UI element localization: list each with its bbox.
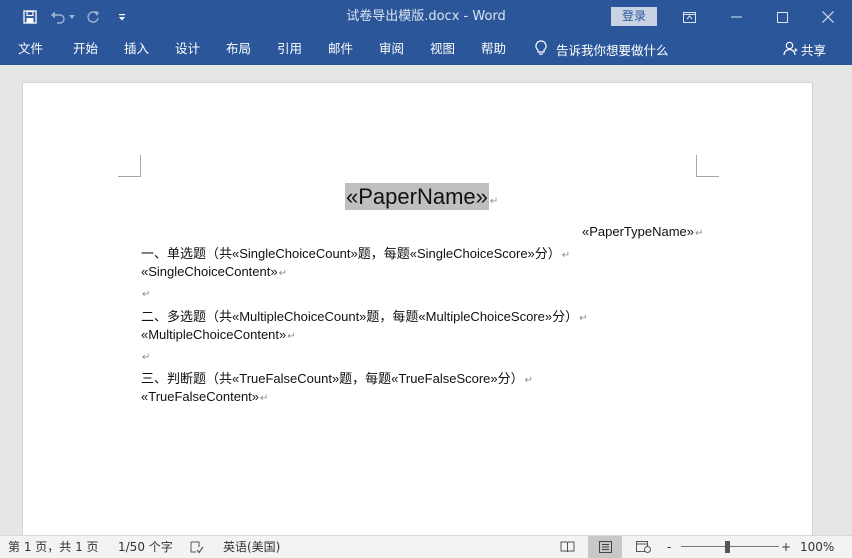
line-text: 三、判断题（共«TrueFalseCount»题，每题«TrueFalseSco… (141, 371, 524, 386)
tab-insert[interactable]: 插入 (124, 34, 149, 65)
title-bar: 试卷导出模版.docx - Word 登录 (0, 0, 852, 34)
close-icon[interactable] (805, 0, 851, 34)
zoom-slider-thumb[interactable] (725, 541, 730, 553)
paragraph-mark: ↵ (142, 352, 151, 363)
paper-type-field[interactable]: «PaperTypeName»↵ (582, 224, 703, 239)
multiple-choice-content[interactable]: «MultipleChoiceContent»↵ (141, 327, 296, 342)
share-button[interactable]: 共享 (783, 34, 826, 65)
crop-mark-right (696, 155, 719, 177)
document-area[interactable]: «PaperName» ↵ «PaperTypeName»↵ 一、单选题（共«Si… (0, 65, 852, 542)
paragraph-mark: ↵ (260, 393, 269, 404)
read-mode-icon[interactable] (550, 536, 584, 558)
paragraph-mark: ↵ (579, 313, 588, 324)
paper-name-text: «PaperName» (345, 183, 489, 210)
maximize-icon[interactable] (759, 0, 805, 34)
empty-paragraph[interactable]: ↵ (141, 348, 150, 363)
empty-paragraph[interactable]: ↵ (141, 285, 150, 300)
tab-layout[interactable]: 布局 (226, 34, 251, 65)
paper-type-text: «PaperTypeName» (582, 224, 695, 239)
tab-file[interactable]: 文件 (18, 34, 43, 65)
line-text: 二、多选题（共«MultipleChoiceCount»题，每题«Multipl… (141, 309, 579, 324)
line-text: «TrueFalseContent» (141, 389, 260, 404)
ribbon-tabs: 文件 开始 插入 设计 布局 引用 邮件 审阅 视图 帮助 告诉我你想要做什么 … (0, 34, 852, 65)
vertical-scrollbar[interactable] (814, 65, 852, 535)
paragraph-mark: ↵ (489, 196, 499, 207)
web-layout-icon[interactable] (626, 536, 660, 558)
share-label: 共享 (801, 43, 827, 58)
status-bar: 第 1 页，共 1 页 1/50 个字 英语(美国) - + 100% (0, 535, 852, 558)
tell-me-search[interactable]: 告诉我你想要做什么 (535, 34, 669, 65)
line-text: «MultipleChoiceContent» (141, 327, 287, 342)
true-false-content[interactable]: «TrueFalseContent»↵ (141, 389, 268, 404)
language-indicator[interactable]: 英语(美国) (223, 536, 280, 558)
tab-view[interactable]: 视图 (430, 34, 455, 65)
section-heading-single-choice[interactable]: 一、单选题（共«SingleChoiceCount»题，每题«SingleCho… (141, 243, 570, 262)
lightbulb-icon (535, 40, 547, 59)
tab-home[interactable]: 开始 (73, 34, 98, 65)
minimize-icon[interactable] (713, 0, 759, 34)
line-text: «SingleChoiceContent» (141, 264, 278, 279)
single-choice-content[interactable]: «SingleChoiceContent»↵ (141, 264, 287, 279)
tab-mailings[interactable]: 邮件 (328, 34, 353, 65)
tell-me-label: 告诉我你想要做什么 (556, 43, 669, 58)
paragraph-mark: ↵ (287, 331, 296, 342)
document-page[interactable]: «PaperName» ↵ «PaperTypeName»↵ 一、单选题（共«Si… (22, 82, 813, 542)
page-count[interactable]: 第 1 页，共 1 页 (8, 536, 99, 558)
paragraph-mark: ↵ (278, 268, 287, 279)
word-count[interactable]: 1/50 个字 (118, 536, 173, 558)
tab-design[interactable]: 设计 (175, 34, 200, 65)
tab-help[interactable]: 帮助 (481, 34, 506, 65)
section-heading-multiple-choice[interactable]: 二、多选题（共«MultipleChoiceCount»题，每题«Multipl… (141, 306, 587, 325)
section-heading-true-false[interactable]: 三、判断题（共«TrueFalseCount»题，每题«TrueFalseSco… (141, 368, 533, 387)
sign-in-button[interactable]: 登录 (611, 7, 657, 26)
ribbon-display-options-icon[interactable] (666, 0, 712, 34)
zoom-slider-track[interactable] (681, 546, 779, 547)
proofing-icon[interactable] (190, 536, 204, 558)
customize-toolbar-icon[interactable] (108, 0, 136, 34)
redo-icon[interactable] (81, 0, 105, 34)
paper-name-field[interactable]: «PaperName» ↵ (345, 183, 499, 210)
person-icon (783, 41, 798, 59)
paragraph-mark: ↵ (142, 289, 151, 300)
paragraph-mark: ↵ (524, 375, 534, 386)
print-layout-icon[interactable] (588, 536, 622, 558)
zoom-out-button[interactable]: - (667, 536, 671, 558)
crop-mark-left (118, 155, 141, 177)
zoom-level[interactable]: 100% (800, 536, 834, 558)
undo-dropdown-icon[interactable] (66, 0, 78, 34)
tab-references[interactable]: 引用 (277, 34, 302, 65)
save-icon[interactable] (16, 0, 44, 34)
paragraph-mark: ↵ (695, 228, 704, 239)
paragraph-mark: ↵ (561, 250, 571, 261)
line-text: 一、单选题（共«SingleChoiceCount»题，每题«SingleCho… (141, 246, 561, 261)
zoom-in-button[interactable]: + (781, 536, 791, 558)
tab-review[interactable]: 审阅 (379, 34, 404, 65)
